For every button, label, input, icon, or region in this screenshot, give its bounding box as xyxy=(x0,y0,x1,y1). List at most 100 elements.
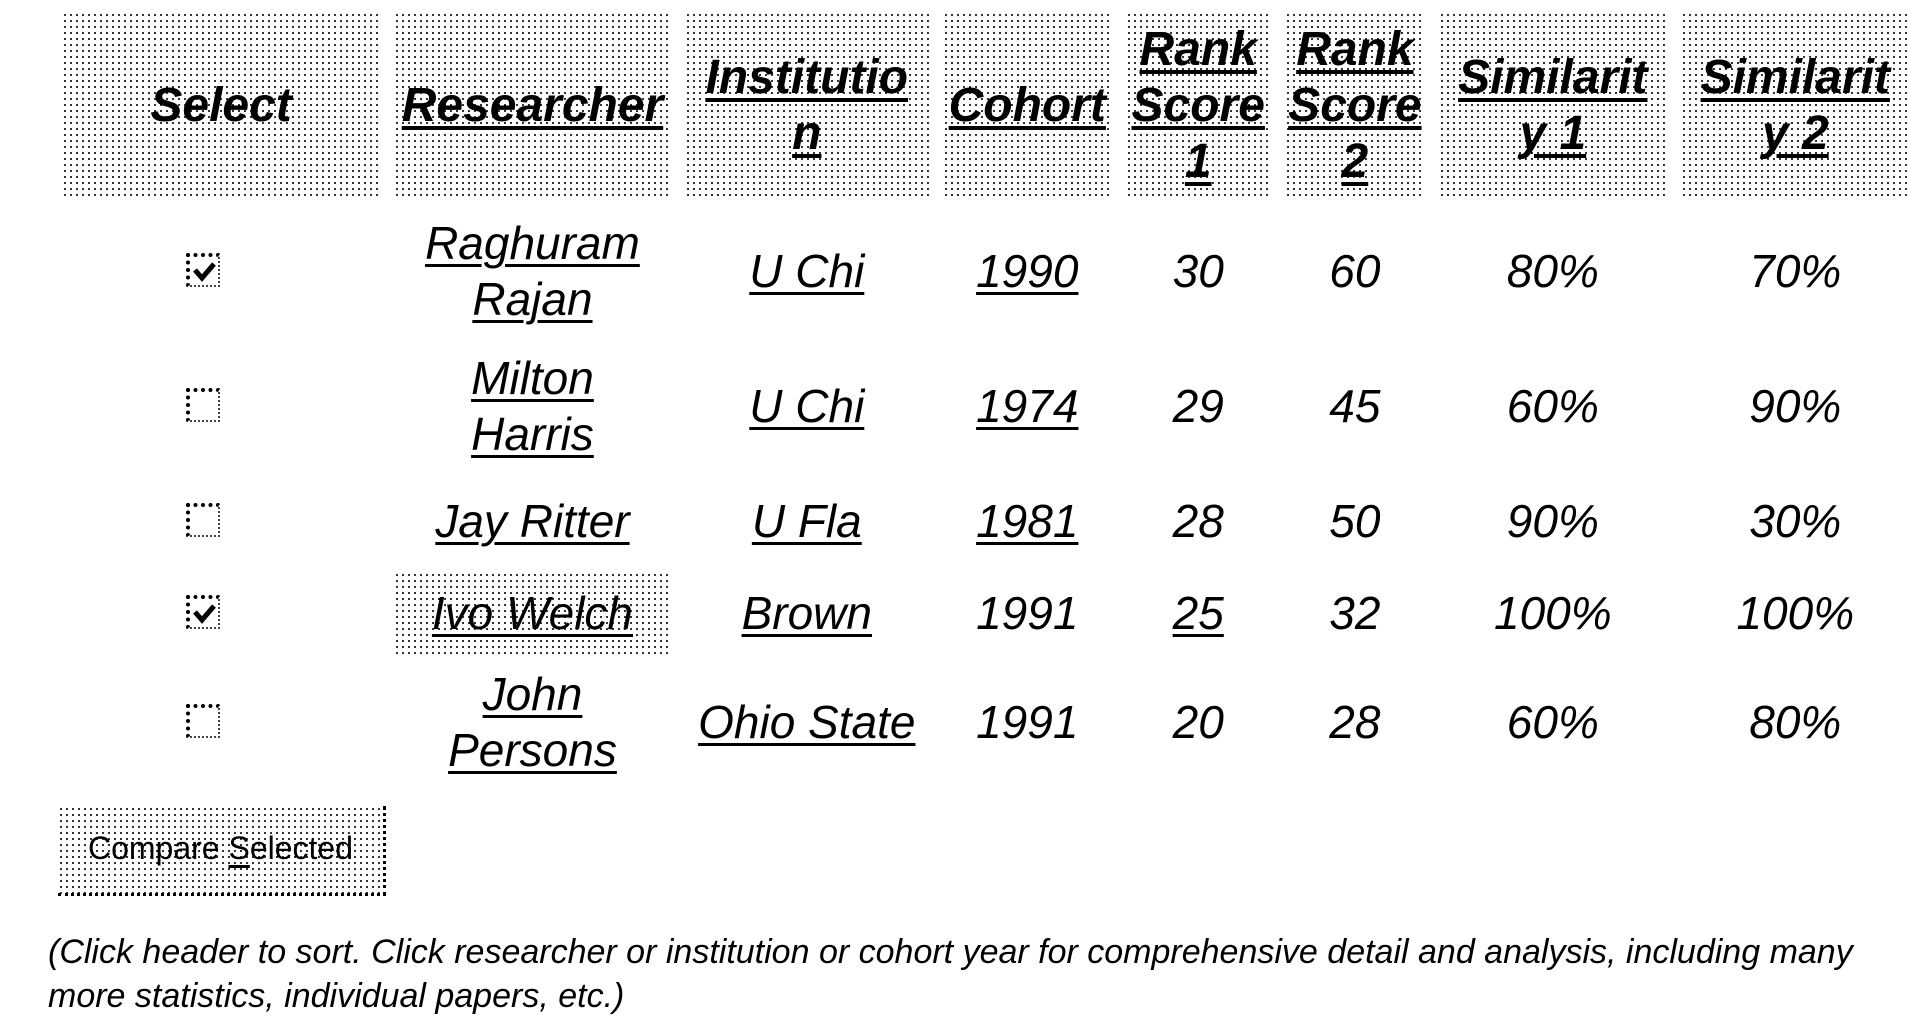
rank-score-2-value: 32 xyxy=(1329,587,1381,639)
header-rank-score-1[interactable]: Rank Score 1 xyxy=(1125,12,1271,200)
table-row: Jay Ritter U Fla 1981 28 50 90% 30% xyxy=(62,470,1910,572)
institution-link[interactable]: Brown xyxy=(742,587,872,639)
similarity-1-cell: 60% xyxy=(1439,654,1667,790)
sort-researcher-link[interactable]: Researcher xyxy=(402,79,664,132)
cohort-value: 1991 xyxy=(976,696,1079,748)
rank-score-2-value: 50 xyxy=(1329,495,1381,547)
rank-score-2-cell: 50 xyxy=(1285,470,1425,572)
cohort-link[interactable]: 1990 xyxy=(976,245,1078,297)
rank-score-2-value: 28 xyxy=(1329,696,1381,748)
rank-score-1-cell: 28 xyxy=(1126,470,1271,572)
similarity-2-value: 90% xyxy=(1749,380,1842,432)
researcher-link[interactable]: Jay Ritter xyxy=(435,493,629,549)
institution-link[interactable]: Ohio State xyxy=(698,696,915,748)
institution-cell: U Fla xyxy=(685,470,929,572)
cohort-cell: 1991 xyxy=(943,654,1112,790)
researcher-cell: John Persons xyxy=(394,654,671,790)
header-rank-score-2[interactable]: Rank Score 2 xyxy=(1284,12,1426,200)
researcher-link[interactable]: Ivo Welch xyxy=(432,585,633,641)
compare-button-label-prefix: Compare xyxy=(87,830,229,866)
checkmark-icon xyxy=(193,604,216,624)
header-similarity-2[interactable]: Similarity 2 xyxy=(1680,12,1910,200)
rank-score-2-cell: 32 xyxy=(1285,572,1425,654)
institution-link[interactable]: U Chi xyxy=(749,245,864,297)
institution-cell: Ohio State xyxy=(685,654,929,790)
sort-rank-score-2-link[interactable]: Rank Score 2 xyxy=(1288,23,1421,188)
researcher-link[interactable]: Milton Harris xyxy=(422,350,642,462)
sort-similarity-2-link[interactable]: Similarity 2 xyxy=(1695,50,1895,162)
similarity-1-cell: 60% xyxy=(1439,342,1667,470)
compare-button-label-suffix: elected xyxy=(249,830,354,866)
help-footnote: (Click header to sort. Click researcher … xyxy=(48,933,1853,1015)
institution-cell: U Chi xyxy=(685,342,929,470)
header-select: Select xyxy=(62,12,381,200)
researcher-cell: Raghuram Rajan xyxy=(394,200,671,342)
rank-score-2-cell: 45 xyxy=(1285,342,1425,470)
header-select-label: Select xyxy=(150,79,292,132)
select-cell xyxy=(62,470,380,572)
rank-score-2-value: 45 xyxy=(1329,380,1381,432)
similarity-1-cell: 80% xyxy=(1439,200,1667,342)
select-checkbox[interactable] xyxy=(186,388,221,422)
researcher-link[interactable]: Raghuram Rajan xyxy=(422,215,642,327)
header-row: Select Researcher Institution Cohort Ran… xyxy=(62,12,1910,200)
header-institution[interactable]: Institution xyxy=(684,12,929,200)
header-similarity-1[interactable]: Similarity 1 xyxy=(1439,12,1667,200)
select-checkbox[interactable] xyxy=(186,503,221,537)
similarity-1-value: 60% xyxy=(1506,380,1599,432)
select-checkbox[interactable] xyxy=(186,253,221,287)
select-cell xyxy=(62,572,380,654)
rank-score-1-value: 28 xyxy=(1172,495,1224,547)
institution-cell: U Chi xyxy=(685,200,929,342)
cohort-link[interactable]: 1974 xyxy=(976,380,1078,432)
similarity-1-cell: 90% xyxy=(1439,470,1667,572)
similarity-2-value: 30% xyxy=(1749,495,1842,547)
rank-score-2-cell: 28 xyxy=(1285,654,1425,790)
select-cell xyxy=(62,342,380,470)
similarity-1-value: 60% xyxy=(1506,696,1599,748)
checkmark-icon xyxy=(193,262,216,282)
similarity-1-value: 100% xyxy=(1493,587,1612,639)
select-cell xyxy=(62,200,380,342)
sort-similarity-1-link[interactable]: Similarity 1 xyxy=(1453,50,1653,162)
compare-selected-button[interactable]: Compare Selected xyxy=(58,806,386,896)
similarity-2-value: 80% xyxy=(1749,696,1842,748)
cohort-cell: 1981 xyxy=(943,470,1112,572)
select-checkbox[interactable] xyxy=(186,704,221,738)
cohort-link[interactable]: 1981 xyxy=(976,495,1078,547)
rank-score-1-cell: 30 xyxy=(1126,200,1271,342)
rank-score-1-value: 20 xyxy=(1172,696,1224,748)
table-row: Ivo Welch Brown 1991 25 32 100% 100% xyxy=(62,572,1910,654)
similarity-2-cell: 30% xyxy=(1681,470,1910,572)
similarity-2-cell: 70% xyxy=(1681,200,1910,342)
sort-rank-score-1-link[interactable]: Rank Score 1 xyxy=(1132,23,1265,188)
table-row: Milton Harris U Chi 1974 29 45 60% 90% xyxy=(62,342,1910,470)
rank-score-1-cell: 20 xyxy=(1126,654,1271,790)
researcher-comparison-table: Select Researcher Institution Cohort Ran… xyxy=(48,12,1924,790)
similarity-2-cell: 100% xyxy=(1681,572,1910,654)
sort-cohort-link[interactable]: Cohort xyxy=(949,79,1106,132)
cohort-cell: 1991 xyxy=(943,572,1112,654)
rank-score-1-link[interactable]: 25 xyxy=(1173,587,1224,639)
cohort-cell: 1974 xyxy=(943,342,1112,470)
header-cohort[interactable]: Cohort xyxy=(942,12,1112,200)
rank-score-1-cell: 29 xyxy=(1126,342,1271,470)
institution-cell: Brown xyxy=(685,572,929,654)
sort-institution-link[interactable]: Institution xyxy=(696,50,918,162)
similarity-2-value: 70% xyxy=(1749,245,1842,297)
similarity-1-cell: 100% xyxy=(1439,572,1667,654)
compare-button-accelerator: S xyxy=(228,830,250,866)
table-row: Raghuram Rajan U Chi 1990 30 60 80% 70% xyxy=(62,200,1910,342)
header-researcher[interactable]: Researcher xyxy=(394,12,671,200)
researcher-cell: Jay Ritter xyxy=(394,470,671,572)
researcher-link[interactable]: John Persons xyxy=(422,666,642,778)
institution-link[interactable]: U Fla xyxy=(752,495,862,547)
similarity-2-value: 100% xyxy=(1736,587,1855,639)
similarity-2-cell: 90% xyxy=(1681,342,1910,470)
institution-link[interactable]: U Chi xyxy=(749,380,864,432)
rank-score-2-cell: 60 xyxy=(1285,200,1425,342)
rank-score-2-value: 60 xyxy=(1329,245,1381,297)
select-checkbox[interactable] xyxy=(186,595,221,629)
similarity-1-value: 90% xyxy=(1506,495,1599,547)
table-row: John Persons Ohio State 1991 20 28 60% 80% xyxy=(62,654,1910,790)
